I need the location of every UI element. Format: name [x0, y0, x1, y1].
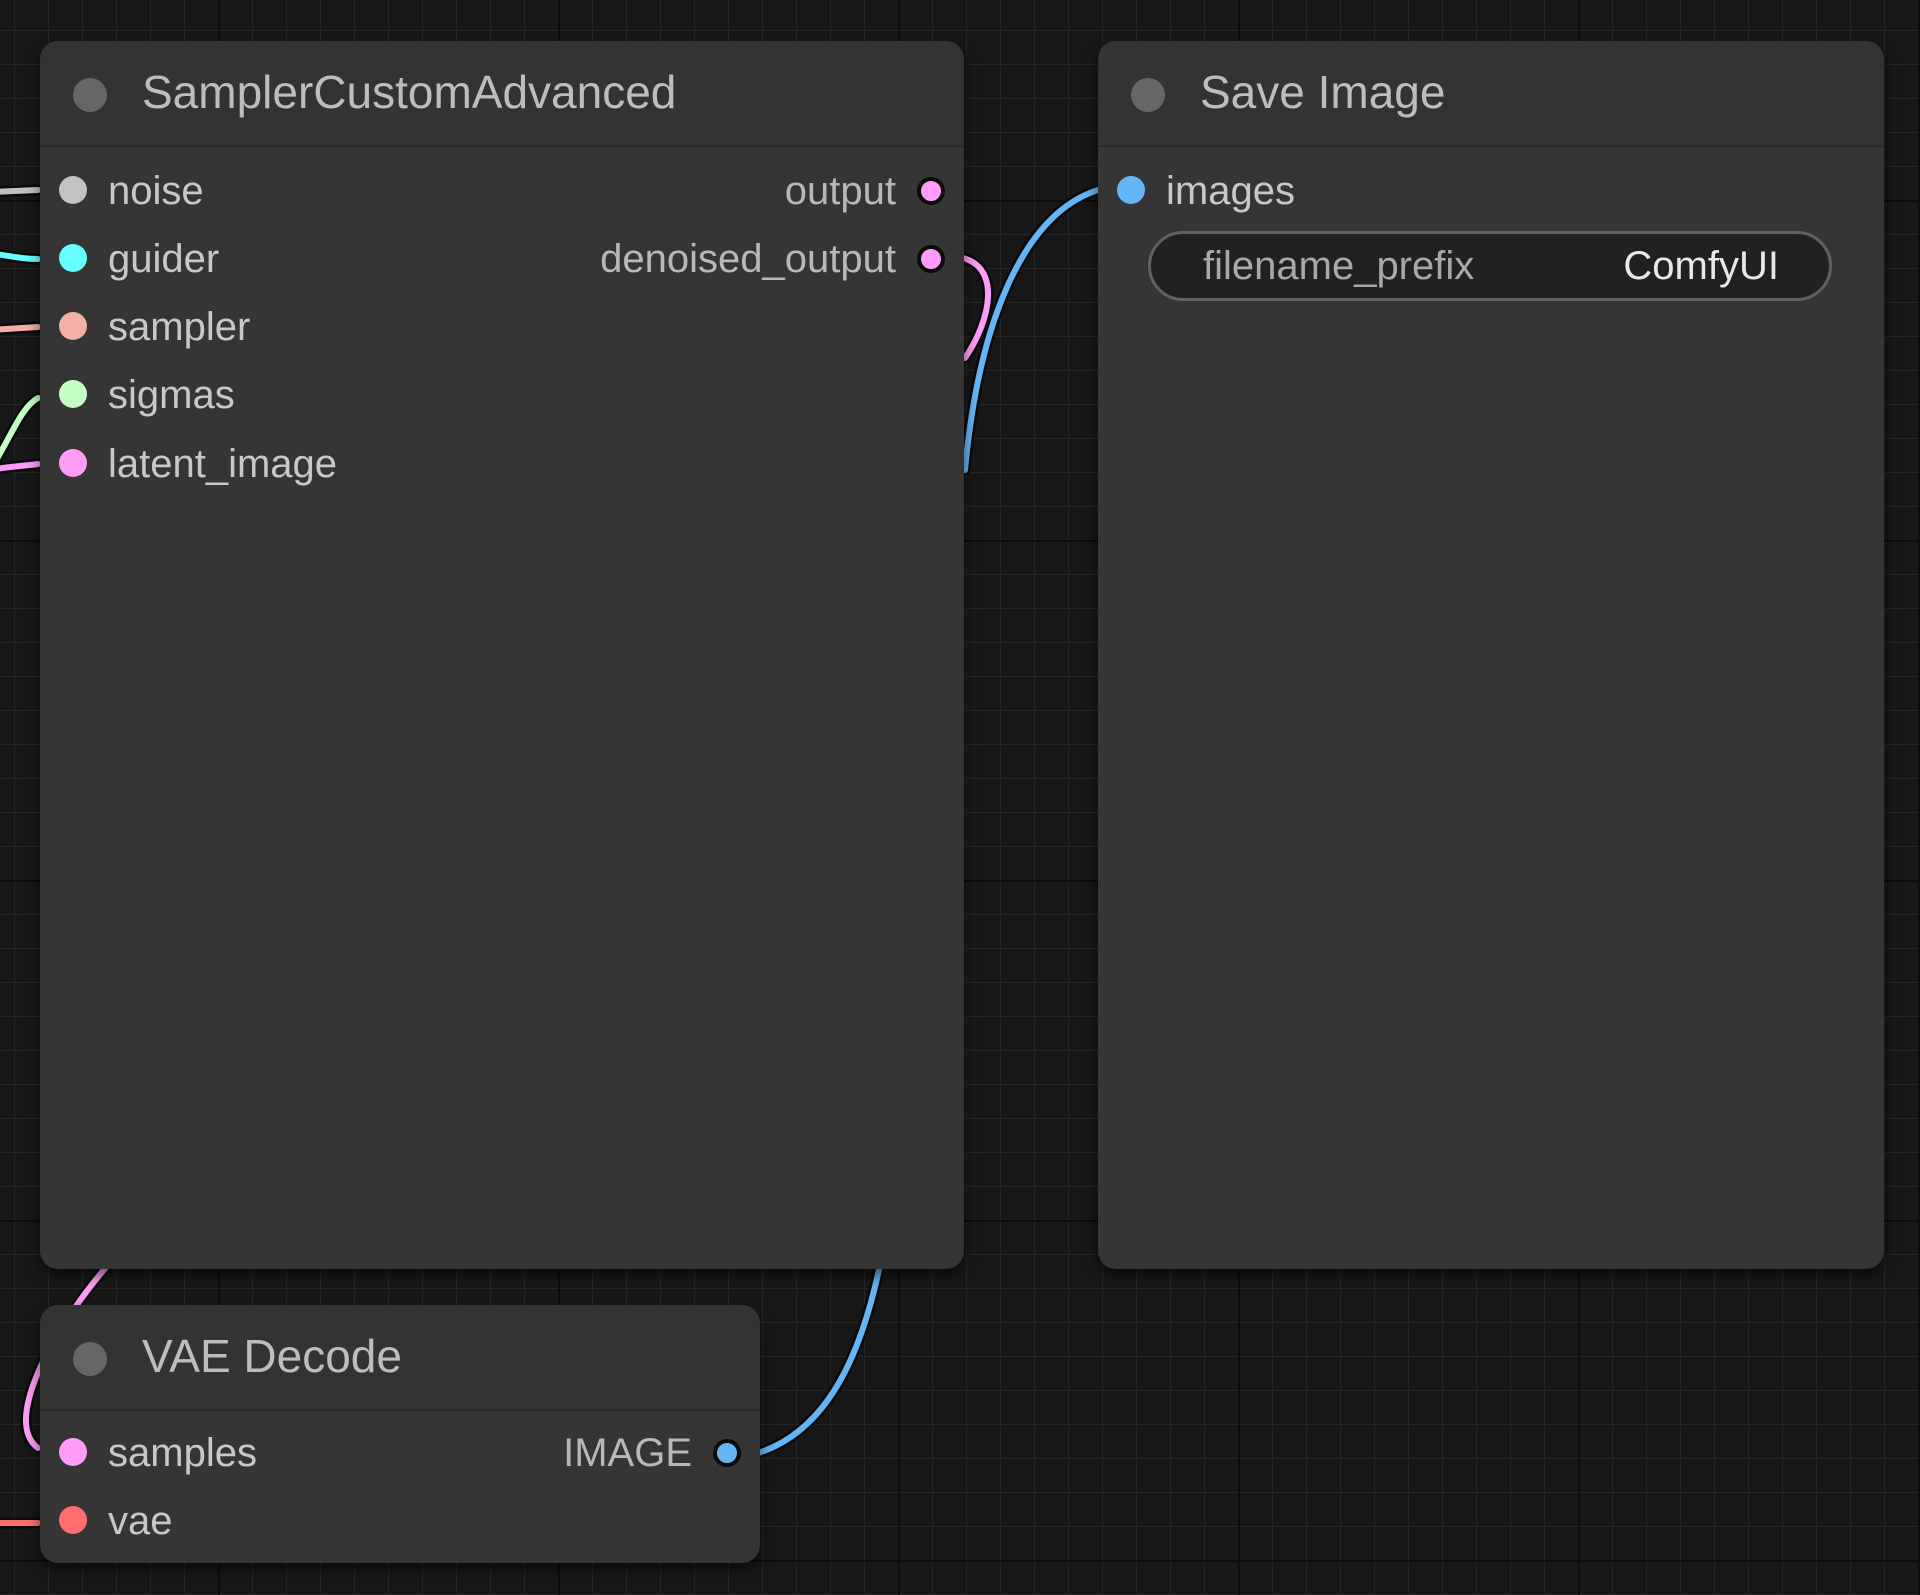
slot-label: images	[1166, 169, 1295, 213]
node-title: VAE Decode	[142, 1330, 402, 1382]
input-slot-sampler[interactable]: sampler	[40, 297, 250, 357]
wire-image-from-vae-outline	[752, 1259, 886, 1459]
input-slot-sigmas[interactable]: sigmas	[40, 365, 235, 425]
slot-label: latent_image	[108, 442, 338, 486]
vae-decode-node[interactable]: VAE Decode samples vae IMAGE	[40, 1305, 760, 1563]
input-slot-noise[interactable]: noise	[40, 161, 204, 221]
slot-dot-icon[interactable]	[1117, 176, 1145, 204]
save-image-node[interactable]: Save Image images filename_prefix ComfyU…	[1098, 41, 1884, 1269]
wire-sampler[interactable]	[0, 324, 41, 333]
slot-label: IMAGE	[563, 1431, 692, 1475]
slot-label: vae	[108, 1499, 173, 1543]
output-slot-image[interactable]: IMAGE	[563, 1423, 760, 1483]
output-slot-output[interactable]: output	[785, 161, 964, 221]
collapse-toggle-icon[interactable]	[73, 78, 107, 112]
input-slot-latent-image[interactable]: latent_image	[40, 434, 337, 494]
slot-label: noise	[108, 169, 204, 213]
collapse-toggle-icon[interactable]	[1131, 78, 1165, 112]
slot-dot-icon[interactable]	[713, 1439, 741, 1467]
slot-dot-icon[interactable]	[917, 245, 945, 273]
filename-prefix-widget[interactable]: filename_prefix ComfyUI	[1148, 231, 1832, 301]
slot-dot-icon[interactable]	[59, 312, 87, 340]
wire-noise[interactable]	[0, 187, 41, 195]
slot-dot-icon[interactable]	[59, 1506, 87, 1534]
node-header[interactable]: SamplerCustomAdvanced	[40, 41, 964, 147]
slot-dot-icon[interactable]	[59, 449, 87, 477]
slot-dot-icon[interactable]	[59, 244, 87, 272]
node-title: Save Image	[1200, 66, 1446, 118]
output-slot-denoised-output[interactable]: denoised_output	[600, 229, 964, 289]
slot-label: output	[784, 169, 896, 213]
node-title: SamplerCustomAdvanced	[142, 66, 677, 118]
widget-label: filename_prefix	[1203, 243, 1475, 288]
slot-label: denoised_output	[600, 237, 896, 281]
input-slot-images[interactable]: images	[1098, 161, 1295, 221]
slot-label: samples	[108, 1431, 257, 1475]
wire-image-from-vae[interactable]	[755, 1262, 883, 1456]
input-slot-vae[interactable]: vae	[40, 1491, 173, 1551]
sampler-custom-advanced-node[interactable]: SamplerCustomAdvanced noise guider sampl…	[40, 41, 964, 1269]
widget-value[interactable]: ComfyUI	[1623, 244, 1779, 289]
slot-label: sigmas	[108, 373, 235, 417]
slot-label: sampler	[108, 305, 251, 349]
slot-dot-icon[interactable]	[59, 1438, 87, 1466]
slot-dot-icon[interactable]	[59, 380, 87, 408]
input-slot-samples[interactable]: samples	[40, 1423, 257, 1483]
slot-label: guider	[108, 237, 220, 281]
input-slot-guider[interactable]: guider	[40, 229, 219, 289]
slot-dot-icon[interactable]	[59, 176, 87, 204]
collapse-toggle-icon[interactable]	[73, 1342, 107, 1376]
node-header[interactable]: Save Image	[1098, 41, 1884, 147]
slot-dot-icon[interactable]	[917, 177, 945, 205]
wire-sigmas-outline	[0, 392, 44, 465]
node-header[interactable]: VAE Decode	[40, 1305, 760, 1411]
